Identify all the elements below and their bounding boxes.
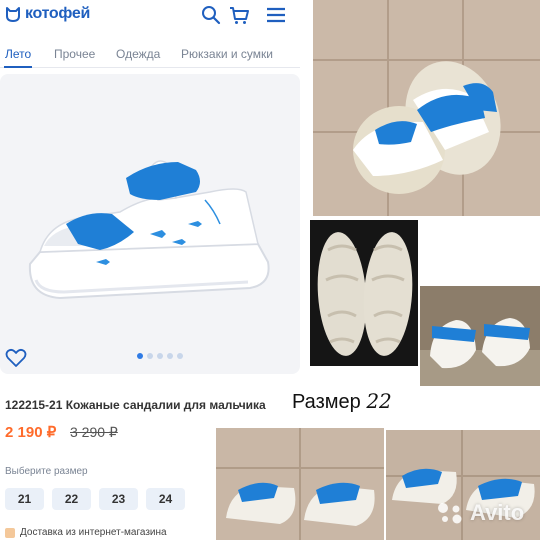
- product-title: 122215-21 Кожаные сандалии для мальчика: [5, 398, 266, 412]
- gallery-dot[interactable]: [147, 353, 153, 359]
- size-caption-prefix: Размер: [292, 391, 361, 413]
- tab-summer[interactable]: Лето: [5, 47, 31, 61]
- cat-logo-icon: [6, 7, 20, 22]
- logo-text: котофей: [25, 5, 90, 22]
- size-option[interactable]: 21: [5, 488, 44, 510]
- size-label: Выберите размер: [5, 466, 88, 477]
- photo-sandals-on-tiles: [313, 0, 540, 216]
- tab-clothes[interactable]: Одежда: [116, 47, 160, 61]
- top-bar: котофей: [0, 0, 300, 30]
- heart-icon[interactable]: [5, 347, 27, 369]
- category-tabs: Лето Прочее Одежда Рюкзаки и сумки: [0, 40, 300, 68]
- size-option[interactable]: 23: [99, 488, 138, 510]
- gallery-dot[interactable]: [137, 353, 143, 359]
- logo[interactable]: котофей: [5, 5, 90, 23]
- product-image[interactable]: [0, 74, 300, 374]
- size-option[interactable]: 22: [52, 488, 91, 510]
- avito-watermark-text: Avito: [470, 500, 525, 525]
- size-caption: Размер 22: [292, 389, 392, 414]
- gallery-dot[interactable]: [167, 353, 173, 359]
- photo-sandals-front: [420, 286, 540, 386]
- tab-backpacks[interactable]: Рюкзаки и сумки: [181, 47, 273, 61]
- product-old-price: 3 290 ₽: [70, 424, 118, 440]
- avito-watermark: Avito: [436, 500, 524, 526]
- tab-other[interactable]: Прочее: [54, 47, 95, 61]
- product-price: 2 190 ₽: [5, 424, 57, 441]
- size-options: 21 22 23 24: [5, 488, 185, 510]
- delivery-text: Доставка из интернет-магазина: [20, 527, 167, 538]
- search-icon[interactable]: [200, 4, 222, 26]
- avito-logo-icon: [438, 503, 462, 524]
- size-caption-number: 22: [366, 389, 392, 413]
- gallery-dots[interactable]: [137, 353, 183, 359]
- sandal-image: [28, 160, 270, 300]
- menu-icon[interactable]: [265, 4, 287, 26]
- delivery-info: Доставка из интернет-магазина: [5, 527, 167, 538]
- photo-sandals-on-tiles-2: [216, 428, 384, 540]
- photo-soles: [310, 220, 418, 366]
- active-tab-indicator: [4, 66, 32, 68]
- delivery-icon: [5, 527, 15, 538]
- cart-icon[interactable]: [228, 4, 250, 26]
- gallery-dot[interactable]: [177, 353, 183, 359]
- size-option[interactable]: 24: [146, 488, 185, 510]
- gallery-dot[interactable]: [157, 353, 163, 359]
